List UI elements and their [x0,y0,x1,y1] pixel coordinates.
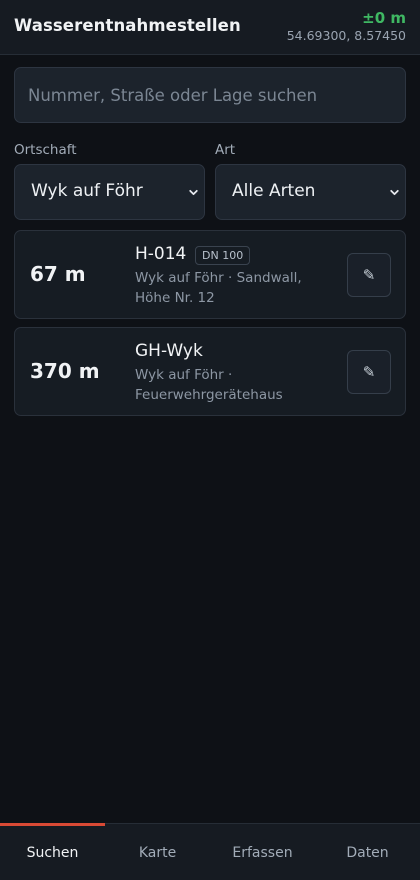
result-name: H-014 [135,244,187,264]
pencil-icon: ✎ [362,266,376,284]
nav-tab-label: Suchen [26,845,79,861]
active-tab-indicator [0,823,105,826]
ortschaft-select-value: Wyk auf Föhr [31,181,143,201]
result-card-gh-wyk[interactable]: 370 m GH-Wyk Wyk auf Föhr · Feuerwehrger… [14,327,406,416]
app-header: Wasserentnahmestellen ±0 m 54.69300, 8.5… [0,0,420,55]
nav-tab-label: Erfassen [232,845,293,861]
nav-tab-suchen[interactable]: Suchen [0,823,105,880]
result-description: Wyk auf Föhr · Sandwall, Höhe Nr. 12 [135,270,302,306]
ortschaft-select[interactable]: Wyk auf Föhr [14,164,205,220]
edit-button[interactable]: ✎ [347,253,391,297]
result-distance: 67 m [30,262,86,286]
result-name: GH-Wyk [135,341,203,361]
chevron-down-icon [390,189,399,196]
art-label: Art [215,142,236,158]
gps-accuracy: ±0 m [362,9,406,27]
gps-coordinates: 54.69300, 8.57450 [286,28,406,43]
nav-tab-daten[interactable]: Daten [315,824,420,880]
nav-tab-karte[interactable]: Karte [105,824,210,880]
edit-button[interactable]: ✎ [347,350,391,394]
nav-tab-erfassen[interactable]: Erfassen [210,824,315,880]
app-title: Wasserentnahmestellen [14,16,241,35]
pipe-diameter-badge: DN 100 [195,246,251,265]
bottom-navigation: Suchen Karte Erfassen Daten [0,823,420,880]
result-card-h-014[interactable]: 67 m H-014 DN 100 Wyk auf Föhr · Sandwal… [14,230,406,319]
nav-tab-label: Daten [346,845,389,861]
pencil-icon: ✎ [362,363,376,381]
search-input[interactable] [14,67,406,123]
nav-tab-label: Karte [138,845,177,861]
ortschaft-label: Ortschaft [14,142,77,158]
result-distance: 370 m [30,359,100,383]
chevron-down-icon [189,189,198,196]
art-select[interactable]: Alle Arten [215,164,406,220]
art-select-value: Alle Arten [232,181,316,201]
result-description: Wyk auf Föhr · Feuerwehrgerätehaus [135,367,283,403]
